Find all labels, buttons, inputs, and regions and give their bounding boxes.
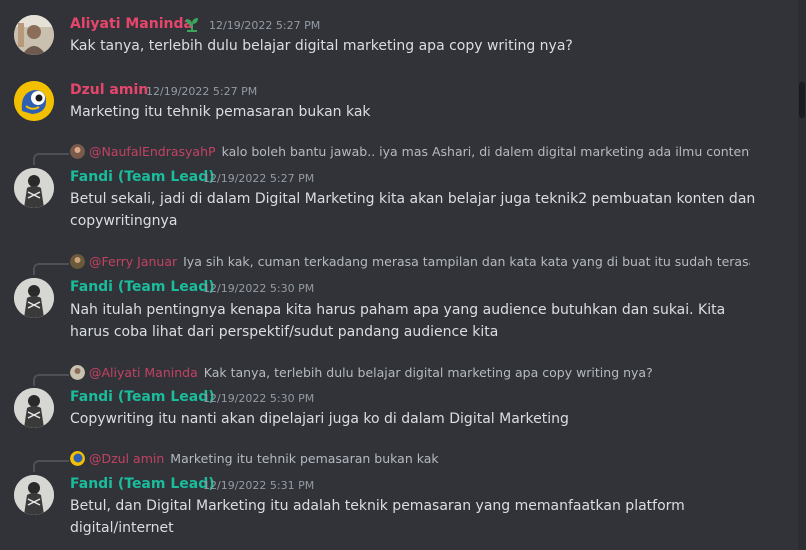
message-text: Kak tanya, terlebih dulu belajar digital… xyxy=(70,38,573,54)
author-name[interactable]: Dzul amin xyxy=(70,82,148,98)
author-name[interactable]: Aliyati Maninda xyxy=(70,16,193,32)
mini-avatar-icon xyxy=(70,144,85,159)
avatar[interactable] xyxy=(14,475,54,515)
mini-avatar-icon xyxy=(70,365,85,380)
user-photo-icon xyxy=(14,278,54,318)
reply-preview[interactable]: @Dzul amin Marketing itu tehnik pemasaran… xyxy=(70,451,750,469)
user-photo-icon xyxy=(14,15,54,55)
author-name[interactable]: Fandi (Team Lead) xyxy=(70,476,215,492)
reply-preview[interactable]: @NaufalEndrasyahP kalo boleh bantu jawab.… xyxy=(70,144,750,162)
reply-mention[interactable]: @Dzul amin xyxy=(89,451,164,466)
reply-preview[interactable]: @Aliyati Maninda Kak tanya, terlebih dulu… xyxy=(70,365,750,383)
reply-connector xyxy=(33,263,69,275)
avatar[interactable] xyxy=(14,81,54,121)
avatar[interactable] xyxy=(14,278,54,318)
mini-avatar-icon xyxy=(70,254,85,269)
message-text: Nah itulah pentingnya kenapa kita harus … xyxy=(70,302,726,340)
reply-text: Kak tanya, terlebih dulu belajar digital… xyxy=(203,365,653,380)
user-photo-icon xyxy=(14,388,54,428)
author-name[interactable]: Fandi (Team Lead) xyxy=(70,279,215,295)
reply-text: kalo boleh bantu jawab.. iya mas Ashari,… xyxy=(221,144,750,159)
message-text: Marketing itu tehnik pemasaran bukan kak xyxy=(70,104,371,120)
reply-mention[interactable]: @Ferry Januar xyxy=(89,254,177,269)
avatar[interactable] xyxy=(14,388,54,428)
scrollbar-track[interactable] xyxy=(798,0,806,550)
avatar[interactable] xyxy=(14,168,54,208)
mini-avatar-icon xyxy=(70,451,85,466)
reply-mention[interactable]: @NaufalEndrasyahP xyxy=(89,144,216,159)
user-photo-icon xyxy=(14,475,54,515)
reply-connector xyxy=(33,374,69,386)
author-name[interactable]: Fandi (Team Lead) xyxy=(70,169,215,185)
reply-text: Marketing itu tehnik pemasaran bukan kak xyxy=(170,451,439,466)
avatar[interactable] xyxy=(14,15,54,55)
timestamp[interactable]: 12/19/2022 5:27 PM xyxy=(209,19,320,32)
reply-connector xyxy=(33,460,69,472)
reply-preview[interactable]: @Ferry Januar Iya sih kak, cuman terkadan… xyxy=(70,254,750,272)
message-text: Betul sekali, jadi di dalam Digital Mark… xyxy=(70,191,756,229)
user-photo-icon xyxy=(14,168,54,208)
message-text: Copywriting itu nanti akan dipelajari ju… xyxy=(70,411,569,427)
reply-mention[interactable]: @Aliyati Maninda xyxy=(89,365,198,380)
timestamp[interactable]: 12/19/2022 5:30 PM xyxy=(203,392,314,405)
sprout-icon xyxy=(183,15,201,37)
timestamp[interactable]: 12/19/2022 5:27 PM xyxy=(203,172,314,185)
timestamp[interactable]: 12/19/2022 5:30 PM xyxy=(203,282,314,295)
message-text: Betul, dan Digital Marketing itu adalah … xyxy=(70,498,685,536)
timestamp[interactable]: 12/19/2022 5:31 PM xyxy=(203,479,314,492)
reply-connector xyxy=(33,153,69,165)
timestamp[interactable]: 12/19/2022 5:27 PM xyxy=(146,85,257,98)
author-name[interactable]: Fandi (Team Lead) xyxy=(70,389,215,405)
scrollbar-thumb[interactable] xyxy=(799,82,805,118)
reply-text: Iya sih kak, cuman terkadang merasa tamp… xyxy=(183,254,750,269)
monster-avatar-icon xyxy=(14,81,54,121)
